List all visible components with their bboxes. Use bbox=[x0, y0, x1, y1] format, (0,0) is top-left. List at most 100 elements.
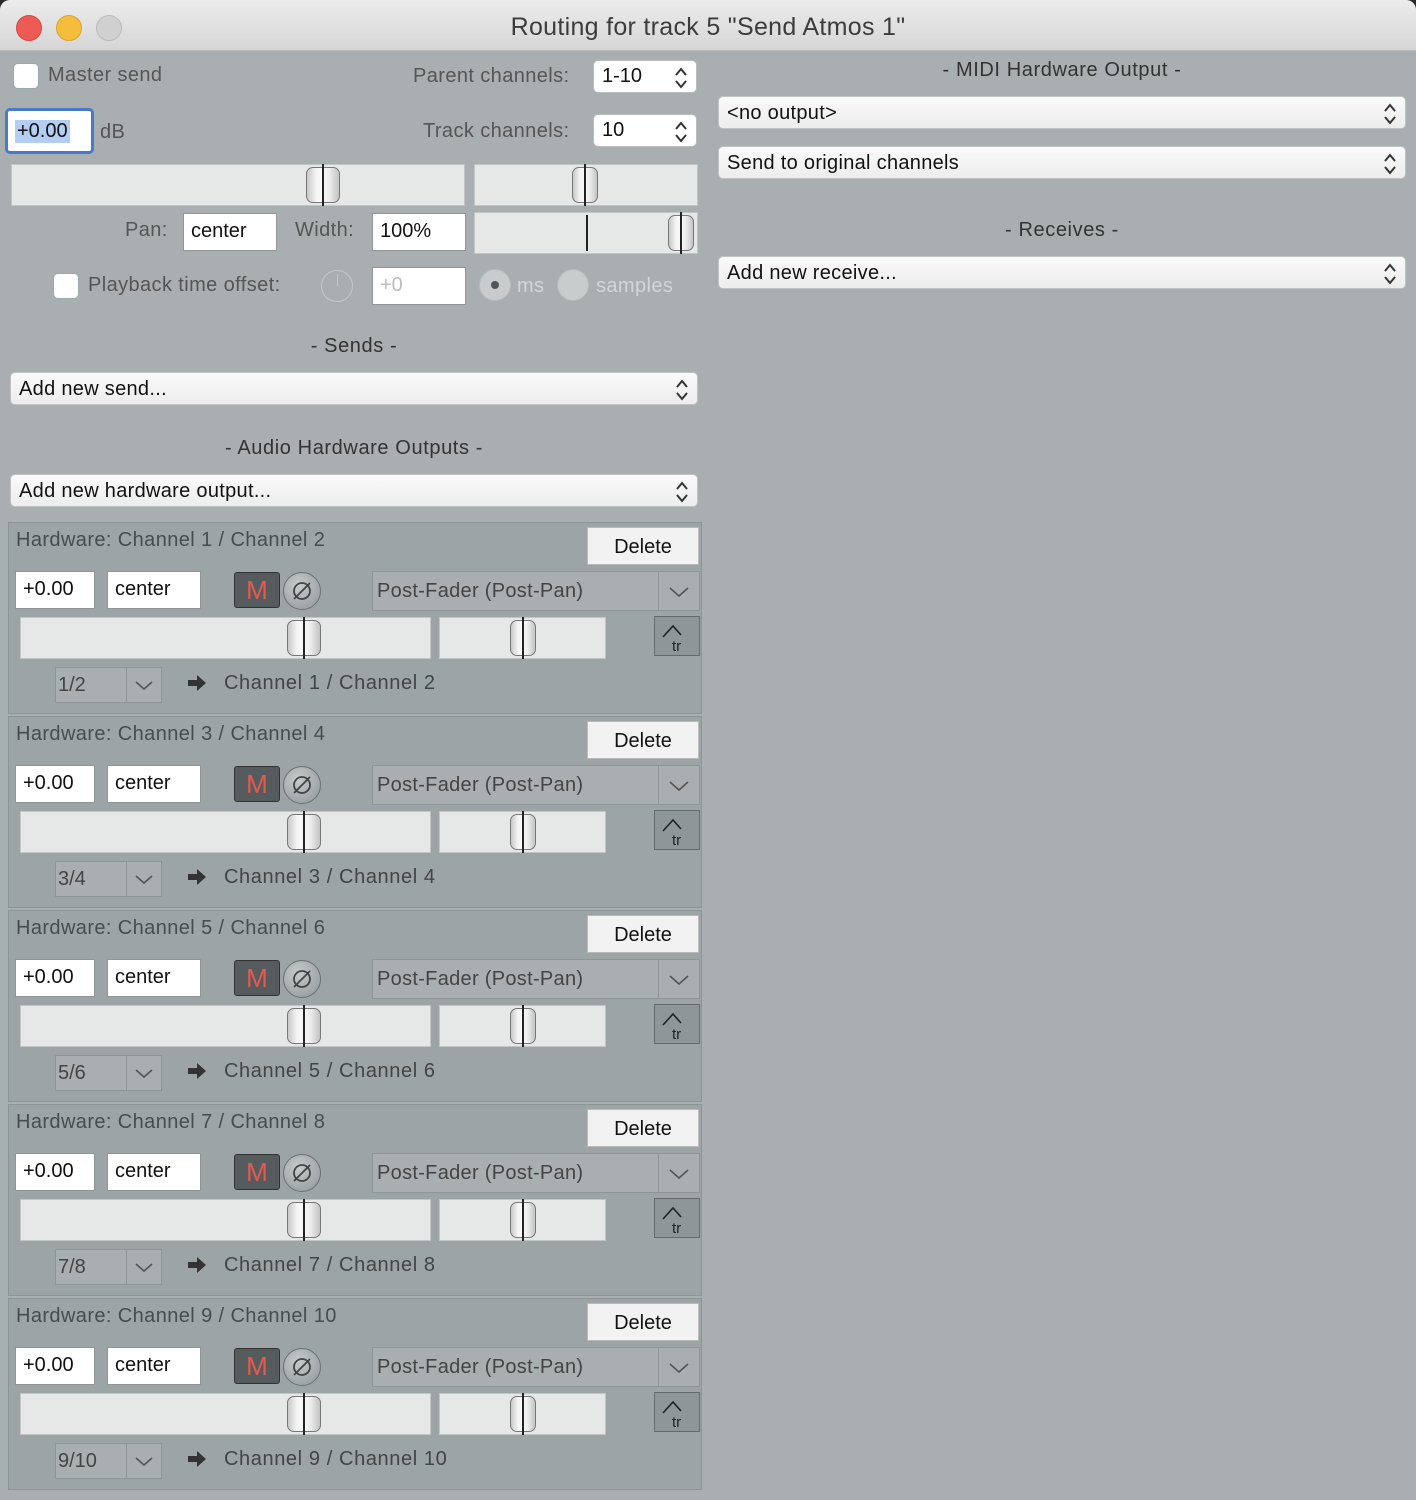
delete-button[interactable]: Delete bbox=[587, 1109, 699, 1147]
hw-pan-slider[interactable] bbox=[439, 617, 606, 659]
hw-channel-select[interactable]: 3/4 bbox=[55, 861, 162, 897]
send-mode-select[interactable]: Post-Fader (Post-Pan) bbox=[372, 959, 700, 999]
hw-output-panel: Hardware: Channel 1 / Channel 2 Delete +… bbox=[8, 522, 702, 714]
hw-pan-slider-thumb[interactable] bbox=[510, 1393, 536, 1435]
envelope-button[interactable]: tr bbox=[654, 616, 700, 656]
hw-channel-value: 7/8 bbox=[58, 1256, 86, 1278]
envelope-icon: tr bbox=[662, 1400, 682, 1431]
updown-chevron-icon bbox=[1384, 153, 1396, 175]
samples-radio[interactable] bbox=[557, 269, 589, 301]
hw-pan-slider[interactable] bbox=[439, 811, 606, 853]
hw-channel-select[interactable]: 7/8 bbox=[55, 1249, 162, 1285]
phase-invert-button[interactable] bbox=[283, 766, 321, 804]
mute-button[interactable]: M bbox=[234, 1348, 280, 1384]
ms-radio[interactable] bbox=[479, 269, 511, 301]
phase-invert-button[interactable] bbox=[283, 572, 321, 610]
arrow-right-icon bbox=[188, 675, 206, 691]
add-hw-output-select[interactable]: Add new hardware output... bbox=[10, 474, 698, 507]
send-mode-select[interactable]: Post-Fader (Post-Pan) bbox=[372, 765, 700, 805]
volume-slider-thumb[interactable] bbox=[306, 164, 340, 206]
mute-button[interactable]: M bbox=[234, 766, 280, 802]
add-new-send-select[interactable]: Add new send... bbox=[10, 372, 698, 405]
pan-input[interactable]: center bbox=[183, 213, 277, 251]
phase-invert-button[interactable] bbox=[283, 1154, 321, 1192]
mute-button[interactable]: M bbox=[234, 1154, 280, 1190]
hw-volume-slider-thumb[interactable] bbox=[287, 1005, 321, 1047]
track-channels-label: Track channels: bbox=[423, 120, 570, 142]
hw-destination-label: Channel 1 / Channel 2 bbox=[224, 672, 436, 694]
phase-invert-button[interactable] bbox=[283, 1348, 321, 1386]
playback-offset-knob[interactable] bbox=[321, 270, 353, 302]
envelope-icon: tr bbox=[662, 818, 682, 849]
hw-volume-input[interactable]: +0.00 bbox=[15, 1153, 95, 1191]
midi-channels-select[interactable]: Send to original channels bbox=[718, 146, 1406, 179]
delete-button[interactable]: Delete bbox=[587, 527, 699, 565]
hw-volume-slider[interactable] bbox=[20, 811, 431, 853]
playback-offset-input[interactable]: +0 bbox=[372, 267, 466, 305]
arrow-right-icon bbox=[188, 1257, 206, 1273]
hw-volume-input[interactable]: +0.00 bbox=[15, 765, 95, 803]
hw-volume-slider-thumb[interactable] bbox=[287, 1199, 321, 1241]
hw-pan-input[interactable]: center bbox=[107, 571, 201, 609]
hw-pan-slider[interactable] bbox=[439, 1393, 606, 1435]
hw-pan-slider-thumb[interactable] bbox=[510, 811, 536, 853]
hw-channel-select[interactable]: 5/6 bbox=[55, 1055, 162, 1091]
delete-button[interactable]: Delete bbox=[587, 1303, 699, 1341]
envelope-button[interactable]: tr bbox=[654, 1198, 700, 1238]
add-receive-select[interactable]: Add new receive... bbox=[718, 256, 1406, 289]
hw-volume-input[interactable]: +0.00 bbox=[15, 571, 95, 609]
hw-pan-slider[interactable] bbox=[439, 1005, 606, 1047]
hw-pan-input[interactable]: center bbox=[107, 959, 201, 997]
master-send-label: Master send bbox=[48, 64, 163, 86]
width-input[interactable]: 100% bbox=[372, 213, 466, 251]
envelope-icon: tr bbox=[662, 1012, 682, 1043]
hw-pan-slider-thumb[interactable] bbox=[510, 1005, 536, 1047]
hw-pan-input[interactable]: center bbox=[107, 1153, 201, 1191]
envelope-button[interactable]: tr bbox=[654, 1392, 700, 1432]
hw-pan-slider[interactable] bbox=[439, 1199, 606, 1241]
hw-channel-select[interactable]: 1/2 bbox=[55, 667, 162, 703]
width-slider-thumb[interactable] bbox=[668, 212, 694, 254]
width-slider[interactable] bbox=[474, 212, 698, 254]
svg-text:tr: tr bbox=[672, 1414, 681, 1431]
mute-button[interactable]: M bbox=[234, 572, 280, 608]
hw-volume-slider[interactable] bbox=[20, 617, 431, 659]
midi-output-select[interactable]: <no output> bbox=[718, 96, 1406, 129]
delete-button[interactable]: Delete bbox=[587, 721, 699, 759]
send-mode-select[interactable]: Post-Fader (Post-Pan) bbox=[372, 571, 700, 611]
hw-output-panel: Hardware: Channel 3 / Channel 4 Delete +… bbox=[8, 716, 702, 908]
send-mode-select[interactable]: Post-Fader (Post-Pan) bbox=[372, 1347, 700, 1387]
pan-slider-thumb[interactable] bbox=[572, 164, 598, 206]
hw-volume-slider-thumb[interactable] bbox=[287, 617, 321, 659]
track-pan-slider[interactable] bbox=[474, 164, 698, 206]
chevron-down-icon bbox=[126, 862, 161, 896]
envelope-button[interactable]: tr bbox=[654, 810, 700, 850]
parent-channels-select[interactable]: 1-10 bbox=[593, 60, 697, 93]
hw-volume-slider-thumb[interactable] bbox=[287, 811, 321, 853]
svg-text:tr: tr bbox=[672, 638, 681, 655]
phase-invert-button[interactable] bbox=[283, 960, 321, 998]
mute-button[interactable]: M bbox=[234, 960, 280, 996]
hw-pan-input[interactable]: center bbox=[107, 765, 201, 803]
hw-pan-slider-thumb[interactable] bbox=[510, 1199, 536, 1241]
playback-offset-label: Playback time offset: bbox=[88, 274, 281, 296]
playback-offset-checkbox[interactable] bbox=[53, 273, 79, 299]
envelope-button[interactable]: tr bbox=[654, 1004, 700, 1044]
hw-volume-input[interactable]: +0.00 bbox=[15, 959, 95, 997]
master-send-checkbox[interactable] bbox=[13, 63, 39, 89]
hw-volume-input[interactable]: +0.00 bbox=[15, 1347, 95, 1385]
track-volume-input[interactable]: +0.00 bbox=[5, 108, 94, 154]
track-channels-select[interactable]: 10 bbox=[593, 114, 697, 147]
sends-header: - Sends - bbox=[310, 335, 398, 357]
track-volume-slider[interactable] bbox=[11, 164, 465, 206]
hw-volume-slider[interactable] bbox=[20, 1005, 431, 1047]
delete-button[interactable]: Delete bbox=[587, 915, 699, 953]
hw-volume-slider[interactable] bbox=[20, 1393, 431, 1435]
hw-volume-slider-thumb[interactable] bbox=[287, 1393, 321, 1435]
hw-pan-input[interactable]: center bbox=[107, 1347, 201, 1385]
send-mode-select[interactable]: Post-Fader (Post-Pan) bbox=[372, 1153, 700, 1193]
hw-volume-slider[interactable] bbox=[20, 1199, 431, 1241]
hw-channel-value: 3/4 bbox=[58, 868, 86, 890]
hw-pan-slider-thumb[interactable] bbox=[510, 617, 536, 659]
hw-channel-select[interactable]: 9/10 bbox=[55, 1443, 162, 1479]
